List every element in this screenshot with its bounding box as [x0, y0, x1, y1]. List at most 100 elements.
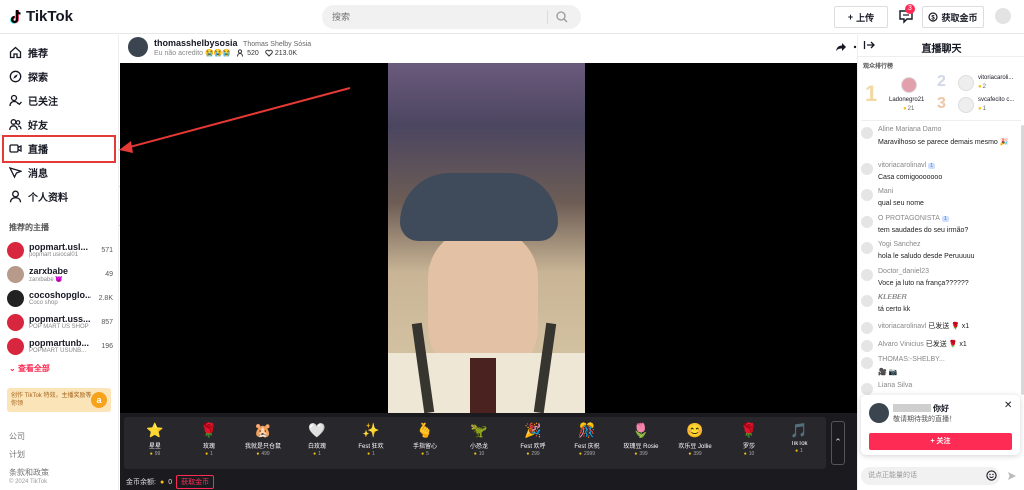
- ranker-avatar[interactable]: [958, 97, 974, 113]
- gift-celebrate-icon: 🎊: [578, 422, 596, 438]
- chat-username[interactable]: Liana Silva: [878, 382, 912, 389]
- gift-item[interactable]: ⭐ 星星99: [128, 417, 182, 469]
- gift-item[interactable]: 🎊 Fest 庆祝2999: [560, 417, 614, 469]
- emoji-icon[interactable]: [986, 470, 997, 481]
- chat-text: 🎥 📷: [878, 369, 898, 376]
- gift-item[interactable]: 🫰 手指留心5: [398, 417, 452, 469]
- gift-price: 1: [772, 448, 826, 454]
- chat-avatar[interactable]: [861, 322, 873, 334]
- search-button[interactable]: [548, 11, 576, 23]
- host-item[interactable]: zarxbabe zarxbabe 😈 49: [7, 263, 113, 285]
- gift-price: 299: [506, 451, 560, 457]
- gift-scroll-button[interactable]: ⌃: [831, 421, 845, 465]
- search-input[interactable]: [322, 12, 547, 22]
- close-icon[interactable]: ✕: [1004, 400, 1012, 411]
- chat-avatar[interactable]: [861, 269, 873, 281]
- user-avatar[interactable]: [995, 8, 1011, 24]
- send-icon[interactable]: [1007, 471, 1017, 481]
- tiktok-logo[interactable]: TikTok: [9, 8, 73, 25]
- footer-link-company[interactable]: 公司: [9, 431, 25, 442]
- host-item[interactable]: popmart.usl... popmart usiocal01 571: [7, 239, 113, 261]
- host-item[interactable]: cocoshopglo... Coco shop 2.8K: [7, 287, 113, 309]
- get-coins-button[interactable]: $ 获取金币: [922, 6, 984, 28]
- viewer-ranking-label: 观众排行榜: [863, 64, 894, 70]
- chat-username: O PROTAGONISTA: [878, 215, 940, 222]
- gift-item[interactable]: 🌷 玫瑰豆 Rosie399: [614, 417, 668, 469]
- home-icon: [9, 46, 22, 58]
- chevron-up-icon: ⌃: [834, 437, 842, 447]
- gift-item[interactable]: 😊 欢乐豆 Jollie399: [668, 417, 722, 469]
- prompt-title: 你好: [933, 404, 949, 413]
- host-viewer-count: 857: [101, 318, 113, 326]
- chat-username[interactable]: Doctor_daniel23: [878, 268, 929, 275]
- host-text: zarxbabe zarxbabe 😈: [29, 266, 91, 283]
- chat-avatar[interactable]: [861, 189, 873, 201]
- gift-item[interactable]: 🐹 我就是只仓鼠499: [236, 417, 290, 469]
- ranker-score: 2: [978, 84, 986, 90]
- like-count: 213.0K: [274, 49, 298, 57]
- nav-item-messages[interactable]: 消息: [9, 164, 48, 180]
- upload-button[interactable]: + 上传: [834, 6, 888, 28]
- chat-username[interactable]: Yogi Sanchez: [878, 241, 921, 248]
- chat-username[interactable]: THOMAS:-SHELBY...: [878, 356, 945, 363]
- get-coins-link[interactable]: 获取金币: [176, 475, 215, 489]
- gift-item[interactable]: 🦖 小恐龙10: [452, 417, 506, 469]
- gift-price: 1: [344, 451, 398, 457]
- ranker-avatar[interactable]: [901, 77, 917, 93]
- chat-input[interactable]: 说点正能量的话: [861, 467, 1000, 485]
- share-icon[interactable]: [835, 41, 847, 53]
- chat-username[interactable]: Mani: [878, 188, 893, 195]
- prompt-follow-button[interactable]: + 关注: [869, 433, 1012, 450]
- gift-list: ⭐星星99 🌹玫瑰1 🐹我就是只仓鼠499 🤍白玫瑰1 ✨Fest 狂欢1 🫰手…: [124, 417, 826, 469]
- chat-avatar[interactable]: [861, 127, 873, 139]
- chat-user-row[interactable]: vitoriacarolinavl 1: [878, 162, 936, 169]
- host-avatar: [7, 289, 24, 307]
- chat-username[interactable]: Aline Mariana Damo: [878, 126, 941, 133]
- footer-link-terms[interactable]: 条款和政策: [9, 467, 49, 478]
- chat-avatar[interactable]: [861, 357, 873, 369]
- chat-avatar[interactable]: [861, 163, 873, 175]
- chat-avatar[interactable]: [861, 242, 873, 254]
- gift-name: Fest 欢呼: [520, 444, 546, 450]
- gift-item[interactable]: 🌹 玫瑰1: [182, 417, 236, 469]
- nav-item-profile[interactable]: 个人资料: [9, 188, 68, 204]
- chat-avatar[interactable]: [861, 340, 873, 352]
- nav-item-friends[interactable]: 好友: [9, 116, 48, 132]
- nav-label: 好友: [28, 120, 48, 132]
- gift-tiktok-icon: 🎵: [790, 422, 808, 438]
- streamer-avatar[interactable]: [128, 37, 148, 57]
- chat-avatar[interactable]: [861, 383, 873, 395]
- video-subject-tie: [470, 358, 496, 413]
- ranker-avatar[interactable]: [958, 75, 974, 91]
- nav-item-following[interactable]: 已关注: [9, 92, 58, 108]
- messages-icon: [9, 166, 22, 178]
- host-item[interactable]: popmartunb... POPMART USUNB... 196: [7, 335, 113, 357]
- host-viewer-count: 571: [101, 246, 113, 254]
- streamer-username-row[interactable]: thomasshelbysosia Thomas Shelby Sósia: [154, 38, 311, 48]
- chat-avatar[interactable]: [861, 216, 873, 228]
- footer-link-programs[interactable]: 计划: [9, 449, 25, 460]
- effect-banner-text: 创作 TikTok 特效，主播奖励等你领: [11, 393, 92, 407]
- gift-item[interactable]: 🎉 Fest 欢呼299: [506, 417, 560, 469]
- chat-username[interactable]: 𝑲𝑳𝑬𝑩𝑬𝑹: [878, 294, 907, 302]
- chat-username[interactable]: vitoriacarolinavl: [878, 323, 926, 330]
- gift-item[interactable]: ✨ Fest 狂欢1: [344, 417, 398, 469]
- chat-user-row[interactable]: O PROTAGONISTA 1: [878, 215, 949, 222]
- nav-label: 个人资料: [28, 192, 68, 204]
- chat-username[interactable]: Alvaro Vinicius: [878, 341, 924, 348]
- chat-text: qual seu nome: [878, 200, 924, 207]
- live-video-player[interactable]: [120, 63, 857, 413]
- gift-item[interactable]: 🎵 TikTok1: [772, 417, 826, 469]
- effect-creator-banner[interactable]: 创作 TikTok 特效，主播奖励等你领 a: [7, 388, 111, 412]
- balance-value: 0: [168, 478, 173, 486]
- gift-item[interactable]: 🤍 白玫瑰1: [290, 417, 344, 469]
- chat-avatar[interactable]: [861, 295, 873, 307]
- gift-item[interactable]: 🌹 罗莎10: [722, 417, 776, 469]
- inbox-badge: 3: [905, 4, 915, 14]
- nav-label: 推荐: [28, 48, 48, 60]
- nav-item-for-you[interactable]: 推荐: [9, 44, 48, 60]
- nav-item-explore[interactable]: 探索: [9, 68, 48, 84]
- see-all-link[interactable]: ⌄ 查看全部: [9, 363, 50, 374]
- host-item[interactable]: popmart.uss... POP MART US SHOP 857: [7, 311, 113, 333]
- gift-hamster-icon: 🐹: [254, 422, 272, 438]
